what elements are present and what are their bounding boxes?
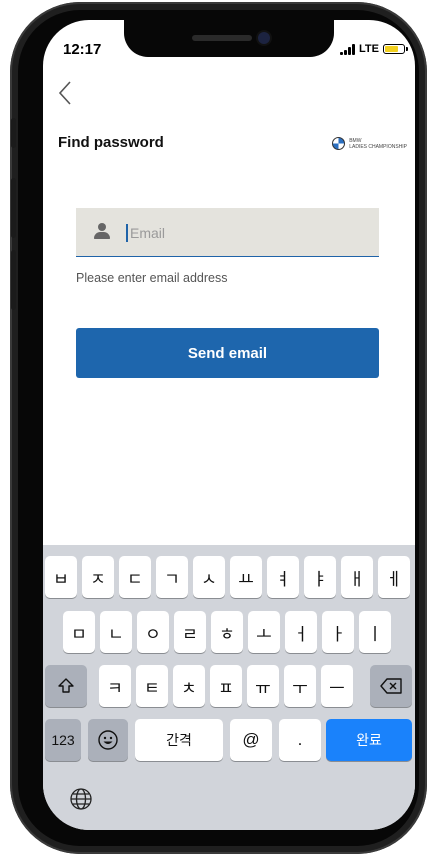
send-email-button[interactable]: Send email — [76, 328, 379, 378]
text-cursor — [126, 224, 128, 242]
key[interactable]: ㅕ — [267, 556, 299, 598]
globe-icon — [70, 788, 92, 810]
keyboard: ㅂ ㅈ ㄷ ㄱ ㅅ ㅛ ㅕ ㅑ ㅐ ㅔ ㅁ ㄴ ㅇ ㄹ ㅎ ㅗ ㅓ ㅏ ㅣ ㅋ … — [43, 545, 415, 830]
emoji-key[interactable] — [88, 719, 128, 761]
period-key[interactable]: . — [279, 719, 321, 761]
volume-down-button — [11, 250, 16, 310]
person-icon — [94, 223, 110, 241]
key[interactable]: ㅌ — [136, 665, 168, 707]
back-button[interactable] — [57, 80, 73, 110]
front-camera — [258, 32, 270, 44]
key[interactable]: ㅡ — [321, 665, 353, 707]
shift-arrow-icon — [58, 678, 74, 693]
key[interactable]: ㅁ — [63, 611, 95, 653]
brand-line-2: LADIES CHAMPIONSHIP — [349, 143, 407, 150]
email-hint: Please enter email address — [76, 271, 228, 285]
email-field[interactable] — [130, 221, 360, 245]
key[interactable]: ㅎ — [211, 611, 243, 653]
battery-icon — [383, 44, 408, 54]
backspace-icon — [380, 678, 402, 694]
key[interactable]: ㅊ — [173, 665, 205, 707]
network-label: LTE — [359, 43, 379, 55]
mute-switch — [11, 118, 16, 148]
brand-logo: BMW LADIES CHAMPIONSHIP — [332, 137, 407, 150]
speaker-grille — [192, 35, 252, 41]
volume-up-button — [11, 178, 16, 238]
key[interactable]: ㄴ — [100, 611, 132, 653]
shift-key[interactable] — [45, 665, 87, 707]
backspace-key[interactable] — [370, 665, 412, 707]
key[interactable]: ㅏ — [322, 611, 354, 653]
key[interactable]: ㅛ — [230, 556, 262, 598]
numbers-key[interactable]: 123 — [45, 719, 81, 761]
key[interactable]: ㅋ — [99, 665, 131, 707]
chevron-left-icon — [58, 81, 71, 105]
app-screen: 12:17 LTE Find password BMW LADIES CHAMP… — [43, 20, 415, 830]
space-key[interactable]: 간격 — [135, 719, 223, 761]
key[interactable]: ㅅ — [193, 556, 225, 598]
key[interactable]: ㅣ — [359, 611, 391, 653]
status-icons: LTE — [340, 43, 408, 55]
globe-button[interactable] — [69, 787, 92, 810]
page-title: Find password — [58, 134, 164, 151]
key[interactable]: ㄱ — [156, 556, 188, 598]
key[interactable]: ㅓ — [285, 611, 317, 653]
at-key[interactable]: @ — [230, 719, 272, 761]
key[interactable]: ㅇ — [137, 611, 169, 653]
email-field-container[interactable] — [76, 208, 379, 257]
key[interactable]: ㅂ — [45, 556, 77, 598]
key[interactable]: ㅗ — [248, 611, 280, 653]
done-key[interactable]: 완료 — [326, 719, 412, 761]
key[interactable]: ㅑ — [304, 556, 336, 598]
phone-notch — [124, 20, 334, 57]
key[interactable]: ㅔ — [378, 556, 410, 598]
key[interactable]: ㅜ — [284, 665, 316, 707]
key[interactable]: ㅍ — [210, 665, 242, 707]
key[interactable]: ㄹ — [174, 611, 206, 653]
key[interactable]: ㅠ — [247, 665, 279, 707]
key[interactable]: ㅈ — [82, 556, 114, 598]
signal-icon — [340, 43, 356, 55]
key[interactable]: ㄷ — [119, 556, 151, 598]
key[interactable]: ㅐ — [341, 556, 373, 598]
emoji-icon — [98, 730, 118, 750]
status-time: 12:17 — [63, 41, 102, 58]
bmw-logo-icon — [332, 137, 346, 150]
